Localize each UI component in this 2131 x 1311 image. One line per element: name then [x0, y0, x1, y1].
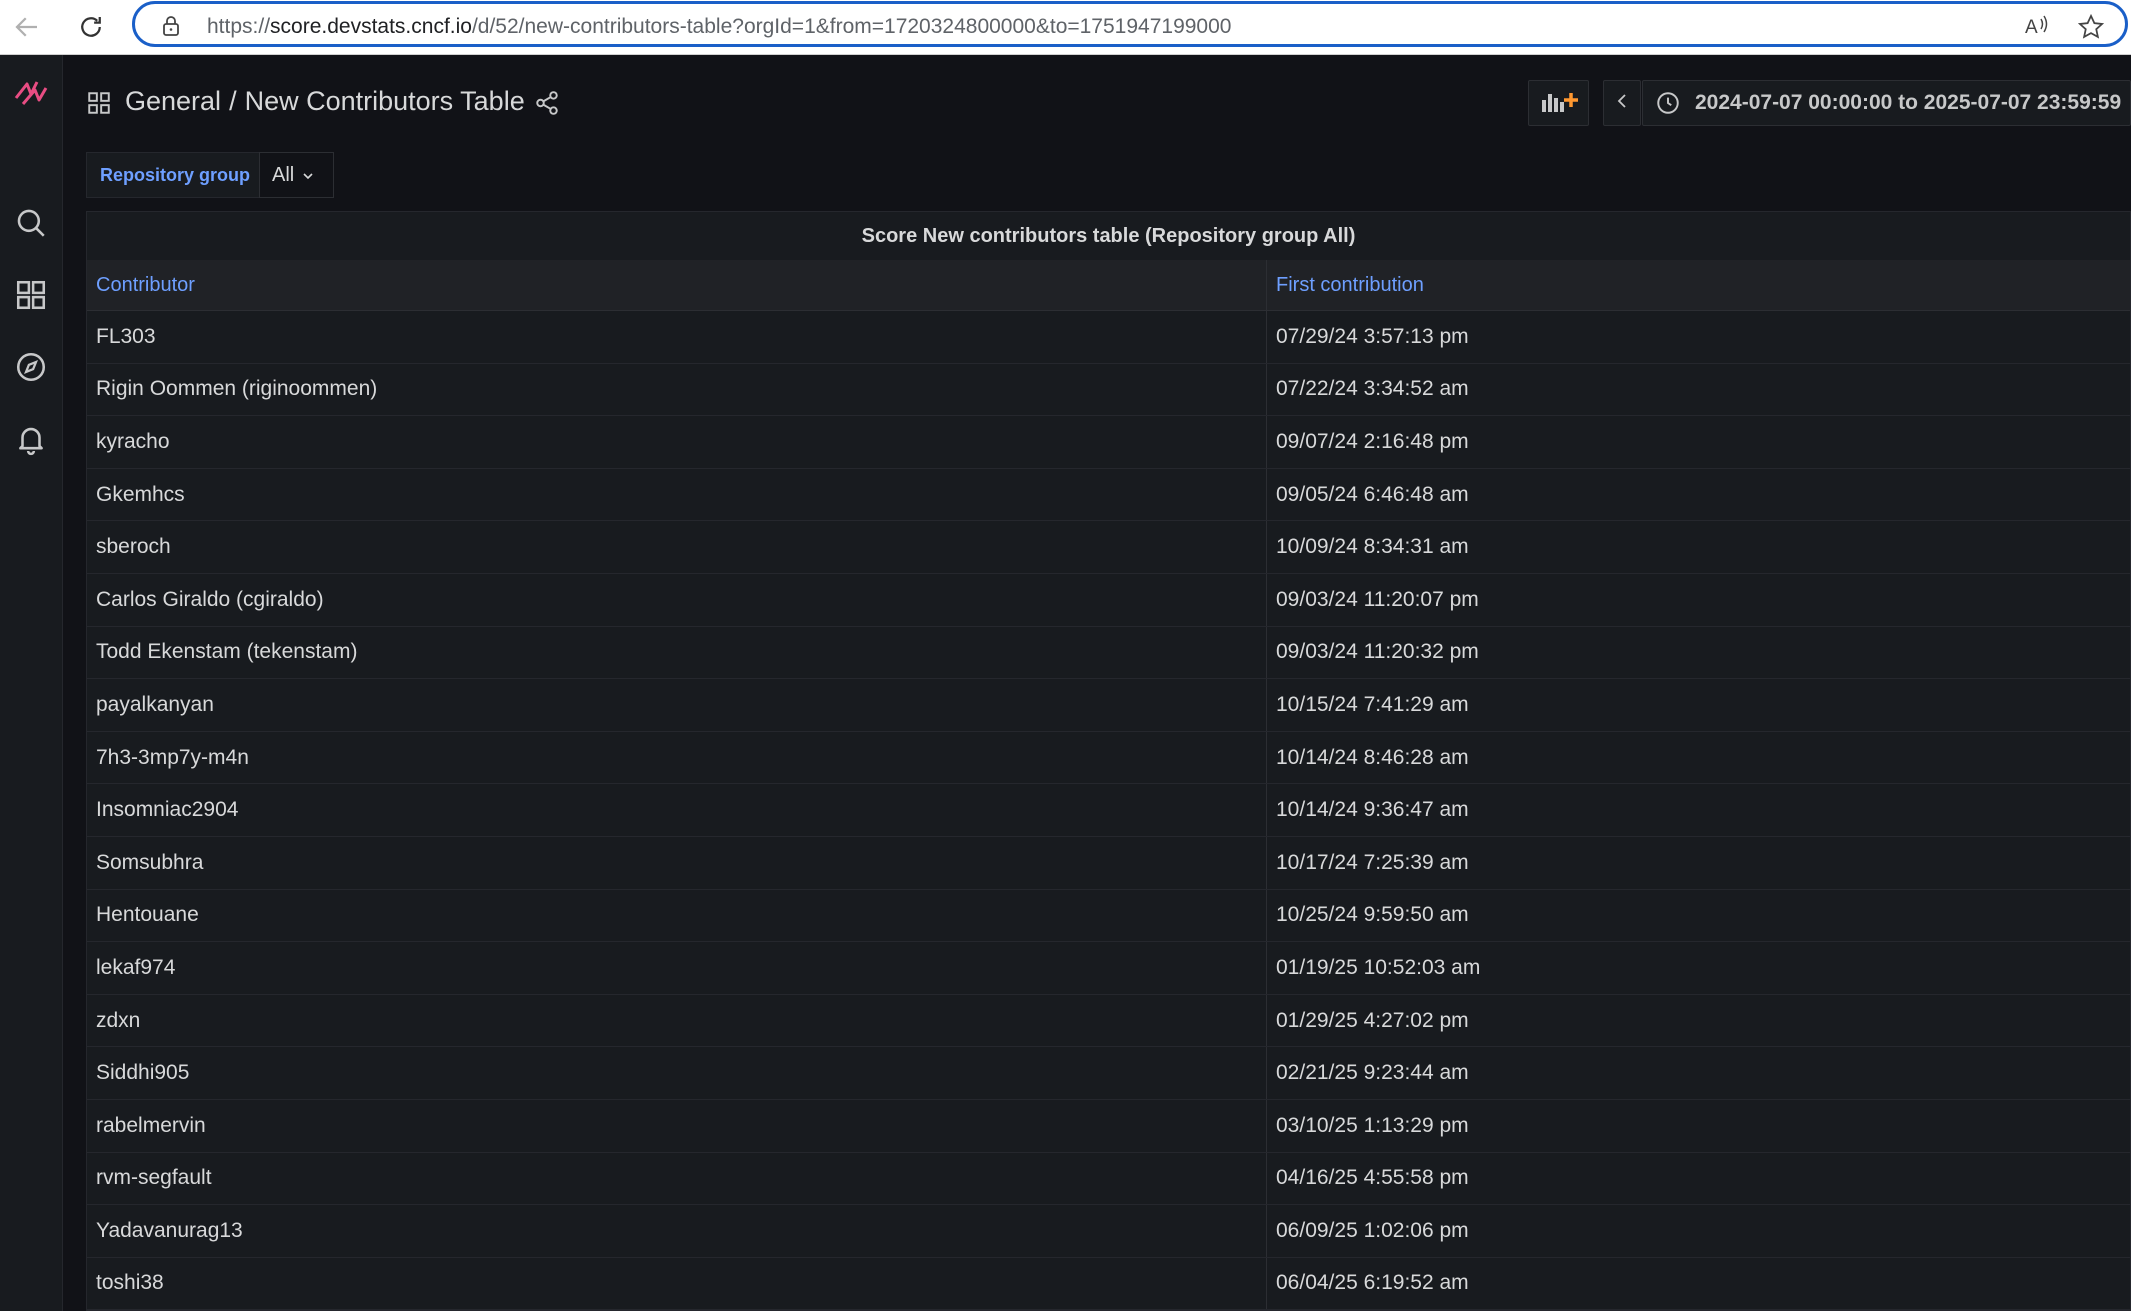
table-row: Gkemhcs 09/05/24 6:46:48 am	[87, 468, 2130, 522]
table-row: Carlos Giraldo (cgiraldo) 09/03/24 11:20:…	[87, 573, 2130, 627]
table-row: Siddhi905 02/21/25 9:23:44 am	[87, 1047, 2130, 1100]
read-aloud-icon[interactable]: A	[2023, 13, 2051, 44]
contributor-cell: Rigin Oommen (riginoommen)	[87, 363, 1267, 416]
table-row: zdxn 01/29/25 4:27:02 pm	[87, 994, 2130, 1048]
first-contribution-cell: 09/05/24 6:46:48 am	[1276, 482, 1469, 506]
table-row: toshi38 06/04/25 6:19:52 am	[87, 1257, 2130, 1310]
contributor-cell: Carlos Giraldo (cgiraldo)	[87, 573, 1267, 626]
share-icon[interactable]	[534, 90, 560, 121]
url-prefix: https://	[207, 15, 271, 38]
svg-text:A: A	[2025, 17, 2038, 38]
first-contribution-cell: 10/17/24 7:25:39 am	[1276, 850, 1469, 874]
first-contribution-cell: 10/14/24 8:46:28 am	[1276, 745, 1469, 769]
add-panel-button[interactable]	[1528, 80, 1589, 126]
table-row: Hentouane 10/25/24 9:59:50 am	[87, 889, 2130, 943]
compass-icon[interactable]	[9, 345, 53, 389]
sidebar	[0, 55, 63, 1311]
contributor-cell: 7h3-3mp7y-m4n	[87, 731, 1267, 784]
time-range-picker[interactable]: 2024-07-07 00:00:00 to 2025-07-07 23:59:…	[1642, 80, 2131, 126]
add-panel-icon	[1540, 88, 1578, 119]
contributor-cell: FL303	[87, 311, 1267, 363]
search-icon[interactable]	[9, 201, 53, 245]
repository-group-select[interactable]: All	[259, 152, 334, 198]
contributor-cell: rabelmervin	[87, 1099, 1267, 1152]
contributor-cell: Gkemhcs	[87, 468, 1267, 521]
table-row: Todd Ekenstam (tekenstam) 09/03/24 11:20:…	[87, 626, 2130, 680]
contributor-cell: Hentouane	[87, 889, 1267, 942]
contributor-cell: Siddhi905	[87, 1047, 1267, 1099]
breadcrumb: General / New Contributors Table	[125, 86, 525, 117]
table-row: lekaf974 01/19/25 10:52:03 am	[87, 942, 2130, 995]
page-title[interactable]: New Contributors Table	[245, 86, 525, 116]
repository-group-label: Repository group	[86, 152, 265, 198]
panel-title[interactable]: Score New contributors table (Repository…	[87, 212, 2130, 260]
browser-toolbar: https://score.devstats.cncf.io/d/52/new-…	[0, 0, 2131, 55]
table-row: payalkanyan 10/15/24 7:41:29 am	[87, 679, 2130, 732]
first-contribution-cell: 09/03/24 11:20:32 pm	[1276, 640, 1479, 664]
reload-icon[interactable]	[72, 8, 110, 46]
table-row: Insomniac2904 10/14/24 9:36:47 am	[87, 784, 2130, 837]
first-contribution-cell: 02/21/25 9:23:44 am	[1276, 1061, 1469, 1085]
contributor-cell: toshi38	[87, 1257, 1267, 1310]
table-row: rvm-segfault 04/16/25 4:55:58 pm	[87, 1152, 2130, 1206]
star-icon[interactable]	[2077, 13, 2105, 46]
contributor-cell: Somsubhra	[87, 836, 1267, 889]
contributor-cell: sberoch	[87, 521, 1267, 573]
breadcrumb-separator: /	[229, 86, 237, 116]
first-contribution-cell: 04/16/25 4:55:58 pm	[1276, 1166, 1469, 1190]
first-contribution-cell: 01/29/25 4:27:02 pm	[1276, 1008, 1469, 1032]
table-row: 7h3-3mp7y-m4n 10/14/24 8:46:28 am	[87, 731, 2130, 785]
back-arrow-icon[interactable]	[8, 8, 46, 46]
grafana-logo-icon[interactable]	[9, 71, 53, 115]
table-row: Somsubhra 10/17/24 7:25:39 am	[87, 836, 2130, 890]
contributor-cell: Insomniac2904	[87, 784, 1267, 836]
first-contribution-cell: 03/10/25 1:13:29 pm	[1276, 1113, 1469, 1137]
first-contribution-cell: 06/09/25 1:02:06 pm	[1276, 1218, 1469, 1242]
table-panel: Score New contributors table (Repository…	[86, 211, 2131, 1311]
first-contribution-cell: 09/03/24 11:20:07 pm	[1276, 587, 1479, 611]
table-row: kyracho 09/07/24 2:16:48 pm	[87, 416, 2130, 469]
time-shift-back-button[interactable]	[1603, 80, 1641, 126]
chevron-left-icon	[1614, 92, 1630, 115]
table-row: Yadavanurag13 06/09/25 1:02:06 pm	[87, 1205, 2130, 1258]
first-contribution-cell: 07/22/24 3:34:52 am	[1276, 377, 1469, 401]
table-header: Contributor First contribution	[87, 260, 2130, 311]
table-row: sberoch 10/09/24 8:34:31 am	[87, 521, 2130, 574]
column-header-first-contribution[interactable]: First contribution	[1267, 260, 2130, 310]
first-contribution-cell: 10/14/24 9:36:47 am	[1276, 798, 1469, 822]
contributor-cell: kyracho	[87, 416, 1267, 468]
url-host: score.devstats.cncf.io	[270, 15, 472, 38]
breadcrumb-folder[interactable]: General	[125, 86, 221, 116]
contributor-cell: rvm-segfault	[87, 1152, 1267, 1205]
table-row: rabelmervin 03/10/25 1:13:29 pm	[87, 1099, 2130, 1153]
contributor-cell: Todd Ekenstam (tekenstam)	[87, 626, 1267, 679]
url-path: /d/52/new-contributors-table?orgId=1&fro…	[471, 15, 1232, 38]
dashboards-icon[interactable]	[9, 273, 53, 317]
first-contribution-cell: 10/15/24 7:41:29 am	[1276, 692, 1469, 716]
url-text: https://score.devstats.cncf.io/d/52/new-…	[207, 15, 1231, 39]
first-contribution-cell: 06/04/25 6:19:52 am	[1276, 1271, 1469, 1295]
lock-icon[interactable]	[161, 14, 181, 43]
dashboard-grid-icon	[86, 90, 112, 121]
first-contribution-cell: 10/09/24 8:34:31 am	[1276, 535, 1469, 559]
table-row: FL303 07/29/24 3:57:13 pm	[87, 311, 2130, 364]
address-bar[interactable]: https://score.devstats.cncf.io/d/52/new-…	[132, 1, 2128, 47]
column-header-contributor[interactable]: Contributor	[87, 260, 1267, 310]
table-body: FL303 07/29/24 3:57:13 pm Rigin Oommen (ri…	[87, 311, 2130, 1310]
first-contribution-cell: 01/19/25 10:52:03 am	[1276, 955, 1481, 979]
contributor-cell: Yadavanurag13	[87, 1205, 1267, 1257]
clock-icon	[1655, 90, 1681, 116]
chevron-down-icon	[302, 164, 314, 187]
first-contribution-cell: 07/29/24 3:57:13 pm	[1276, 324, 1469, 348]
repository-group-value: All	[272, 163, 295, 186]
contributor-cell: payalkanyan	[87, 679, 1267, 731]
bell-icon[interactable]	[9, 417, 53, 461]
time-range-text: 2024-07-07 00:00:00 to 2025-07-07 23:59:…	[1695, 91, 2122, 114]
first-contribution-cell: 09/07/24 2:16:48 pm	[1276, 429, 1469, 453]
contributor-cell: lekaf974	[87, 942, 1267, 994]
first-contribution-cell: 10/25/24 9:59:50 am	[1276, 903, 1469, 927]
table-row: Rigin Oommen (riginoommen) 07/22/24 3:34:…	[87, 363, 2130, 417]
contributor-cell: zdxn	[87, 994, 1267, 1047]
